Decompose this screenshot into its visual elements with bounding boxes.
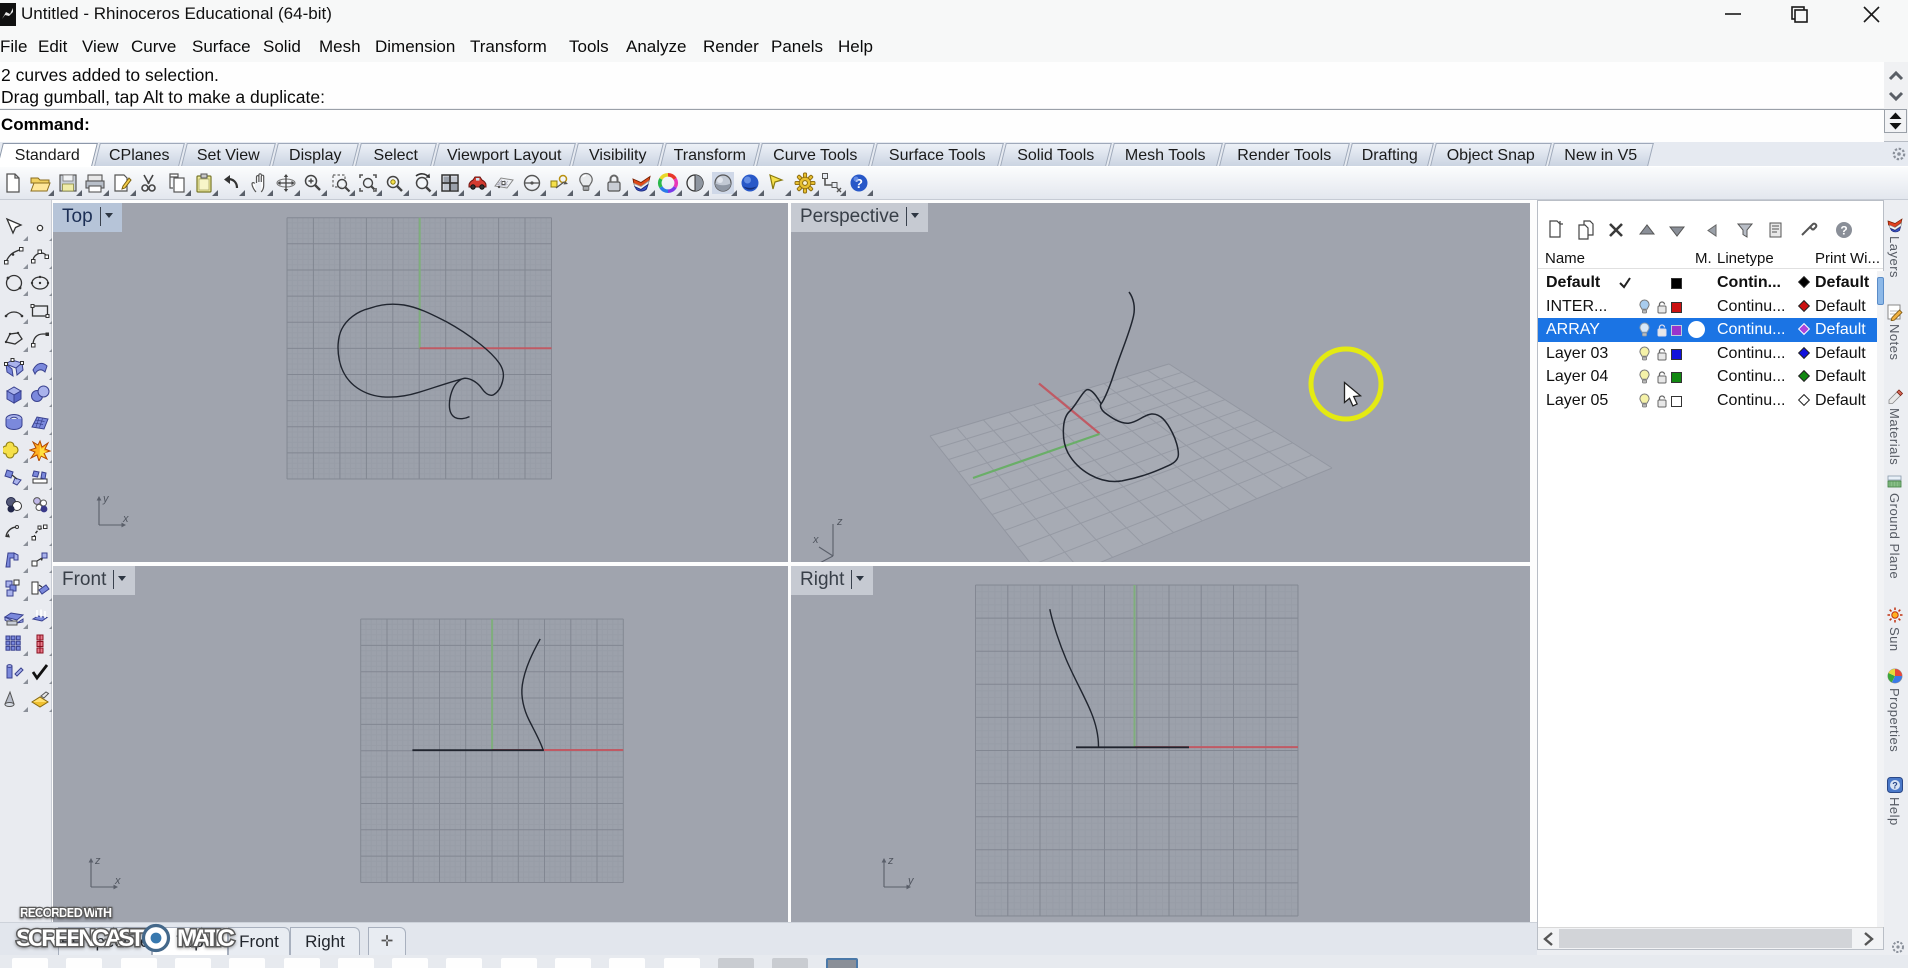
svg-text:z: z	[94, 855, 101, 867]
svg-text:x: x	[122, 513, 129, 525]
svg-text:x: x	[812, 534, 819, 546]
svg-text:z: z	[836, 516, 843, 528]
svg-text:?: ?	[1840, 224, 1847, 238]
svg-text:SCREENCAST: SCREENCAST	[16, 925, 145, 952]
svg-text:?: ?	[1892, 781, 1898, 791]
svg-text:z: z	[887, 855, 894, 867]
svg-text:y: y	[102, 493, 110, 505]
svg-text:RECORDED WITH: RECORDED WITH	[20, 906, 112, 920]
svg-text:y: y	[907, 875, 915, 887]
svg-text:x: x	[114, 875, 121, 887]
svg-text:MATIC: MATIC	[177, 925, 235, 952]
